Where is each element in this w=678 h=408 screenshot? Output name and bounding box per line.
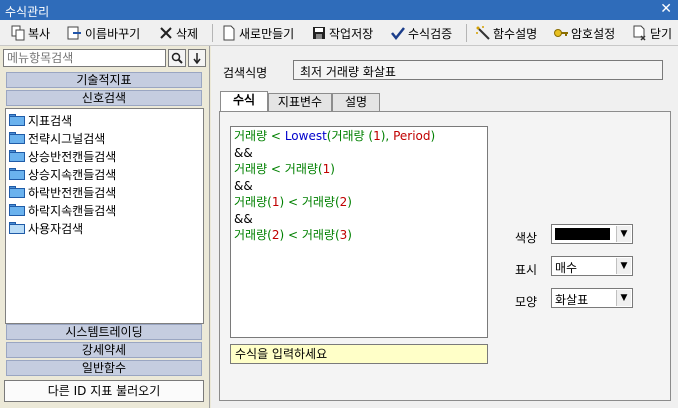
group-technical-indicator[interactable]: 기술적지표 bbox=[6, 72, 202, 88]
tree-item-label: 지표검색 bbox=[28, 113, 73, 128]
search-button[interactable] bbox=[168, 49, 186, 67]
close-label: 닫기 bbox=[650, 26, 673, 41]
main-panel: 검색식명 최저 거래량 화살표 수식 지표변수 설명 거래량 < Lowest(… bbox=[211, 46, 678, 408]
exit-document-icon bbox=[632, 25, 648, 41]
chevron-down-icon[interactable]: ▼ bbox=[616, 290, 631, 306]
tree-item[interactable]: 지표검색 bbox=[9, 111, 72, 129]
load-other-id-button[interactable]: 다른 ID 지표 불러오기 bbox=[4, 380, 204, 402]
group-system-trading[interactable]: 시스템트레이딩 bbox=[6, 324, 202, 340]
verify-label: 수식검증 bbox=[408, 26, 453, 41]
title-bar: 수식관리 ✕ bbox=[0, 0, 678, 20]
save-button[interactable]: 작업저장 bbox=[311, 23, 373, 43]
save-label: 작업저장 bbox=[329, 26, 374, 41]
delete-icon bbox=[158, 25, 174, 41]
color-select[interactable]: ▼ bbox=[551, 224, 633, 244]
tree-item-label: 하락지속캔들검색 bbox=[28, 203, 117, 218]
folder-icon bbox=[9, 114, 25, 126]
shape-label: 모양 bbox=[515, 295, 538, 309]
folder-icon bbox=[9, 132, 25, 144]
tree-item[interactable]: 상승반전캔들검색 bbox=[9, 147, 116, 165]
group-general-function[interactable]: 일반함수 bbox=[6, 360, 202, 376]
folder-icon bbox=[9, 150, 25, 162]
formula-editor[interactable]: 거래량 < Lowest(거래량 (1), Period) && 거래량 < 거… bbox=[230, 126, 488, 338]
formula-input[interactable]: 수식을 입력하세요 bbox=[230, 344, 488, 364]
rename-icon bbox=[67, 25, 83, 41]
code-line: 거래량 < Lowest(거래량 (1), Period) bbox=[234, 129, 436, 143]
tree-item[interactable]: 하락반전캔들검색 bbox=[9, 183, 116, 201]
code-line: && bbox=[234, 211, 253, 226]
chevron-down-icon[interactable]: ▼ bbox=[616, 226, 631, 242]
tab-formula[interactable]: 수식 bbox=[220, 91, 268, 112]
close-button[interactable]: 닫기 bbox=[632, 23, 672, 43]
color-label: 색상 bbox=[515, 231, 538, 245]
new-button[interactable]: 새로만들기 bbox=[221, 23, 294, 43]
code-line: 거래량(2) < 거래량(3) bbox=[234, 228, 352, 242]
tree-item-label: 하락반전캔들검색 bbox=[28, 185, 117, 200]
formula-tab-page: 거래량 < Lowest(거래량 (1), Period) && 거래량 < 거… bbox=[219, 111, 671, 401]
folder-icon bbox=[9, 168, 25, 180]
function-help-button[interactable]: 함수설명 bbox=[475, 23, 537, 43]
code-line: 거래량 < 거래량(1) bbox=[234, 162, 335, 176]
menu-search-input[interactable] bbox=[3, 49, 166, 67]
delete-button[interactable]: 삭제 bbox=[158, 23, 198, 43]
code-line: 거래량(1) < 거래량(2) bbox=[234, 195, 352, 209]
tree-item[interactable]: 상승지속캔들검색 bbox=[9, 165, 116, 183]
password-button[interactable]: 암호설정 bbox=[553, 23, 615, 43]
toolbar-separator bbox=[212, 24, 213, 42]
group-strength-weakness[interactable]: 강세약세 bbox=[6, 342, 202, 358]
checkmark-icon bbox=[390, 25, 406, 41]
password-label: 암호설정 bbox=[571, 26, 616, 41]
name-label: 검색식명 bbox=[223, 66, 268, 80]
function-help-label: 함수설명 bbox=[493, 26, 538, 41]
toolbar-separator bbox=[466, 24, 467, 42]
chevron-down-icon[interactable]: ▼ bbox=[616, 258, 631, 274]
tab-indicator-variables[interactable]: 지표변수 bbox=[268, 93, 332, 111]
tree-item-label: 상승지속캔들검색 bbox=[28, 167, 117, 182]
group-signal-search[interactable]: 신호검색 bbox=[6, 90, 202, 106]
folder-icon bbox=[9, 204, 25, 216]
verify-button[interactable]: 수식검증 bbox=[390, 23, 452, 43]
copy-button[interactable]: 복사 bbox=[10, 23, 50, 43]
tree-item[interactable]: 전략시그널검색 bbox=[9, 129, 105, 147]
color-swatch bbox=[555, 228, 610, 240]
tab-description[interactable]: 설명 bbox=[332, 93, 380, 111]
code-line: && bbox=[234, 178, 253, 193]
rename-button[interactable]: 이름바꾸기 bbox=[67, 23, 140, 43]
window-title: 수식관리 bbox=[5, 5, 50, 19]
display-select[interactable]: 매수 ▼ bbox=[551, 256, 633, 276]
magic-wand-icon bbox=[475, 25, 491, 41]
delete-label: 삭제 bbox=[176, 26, 199, 41]
toolbar: 복사 이름바꾸기 삭제 새로만들기 작업저장 수식검증 함수설명 암호설정 닫기 bbox=[0, 20, 678, 46]
tree-item-label: 전략시그널검색 bbox=[28, 131, 106, 146]
rename-label: 이름바꾸기 bbox=[85, 26, 141, 41]
new-label: 새로만들기 bbox=[239, 26, 295, 41]
search-icon bbox=[171, 52, 183, 64]
folder-open-icon bbox=[9, 222, 25, 234]
shape-value: 화살표 bbox=[555, 293, 589, 307]
tree-item[interactable]: 하락지속캔들검색 bbox=[9, 201, 116, 219]
folder-icon bbox=[9, 186, 25, 198]
close-icon[interactable]: ✕ bbox=[660, 1, 672, 17]
sort-down-button[interactable] bbox=[188, 49, 206, 67]
code-line: && bbox=[234, 145, 253, 160]
copy-icon bbox=[10, 25, 26, 41]
key-icon bbox=[553, 25, 569, 41]
display-label: 표시 bbox=[515, 263, 538, 277]
tree-item-label: 상승반전캔들검색 bbox=[28, 149, 117, 164]
display-value: 매수 bbox=[555, 261, 578, 275]
copy-label: 복사 bbox=[28, 26, 51, 41]
search-name-field[interactable]: 최저 거래량 화살표 bbox=[293, 60, 663, 80]
tree-item-label: 사용자검색 bbox=[28, 221, 84, 236]
save-icon bbox=[311, 25, 327, 41]
shape-select[interactable]: 화살표 ▼ bbox=[551, 288, 633, 308]
new-document-icon bbox=[221, 25, 237, 41]
tree-view: 지표검색 전략시그널검색 상승반전캔들검색 상승지속캔들검색 하락반전캔들검색 … bbox=[5, 108, 204, 324]
tree-item[interactable]: 사용자검색 bbox=[9, 219, 83, 237]
left-panel: 기술적지표 신호검색 지표검색 전략시그널검색 상승반전캔들검색 상승지속캔들검… bbox=[0, 46, 210, 408]
arrow-down-icon bbox=[193, 53, 201, 65]
